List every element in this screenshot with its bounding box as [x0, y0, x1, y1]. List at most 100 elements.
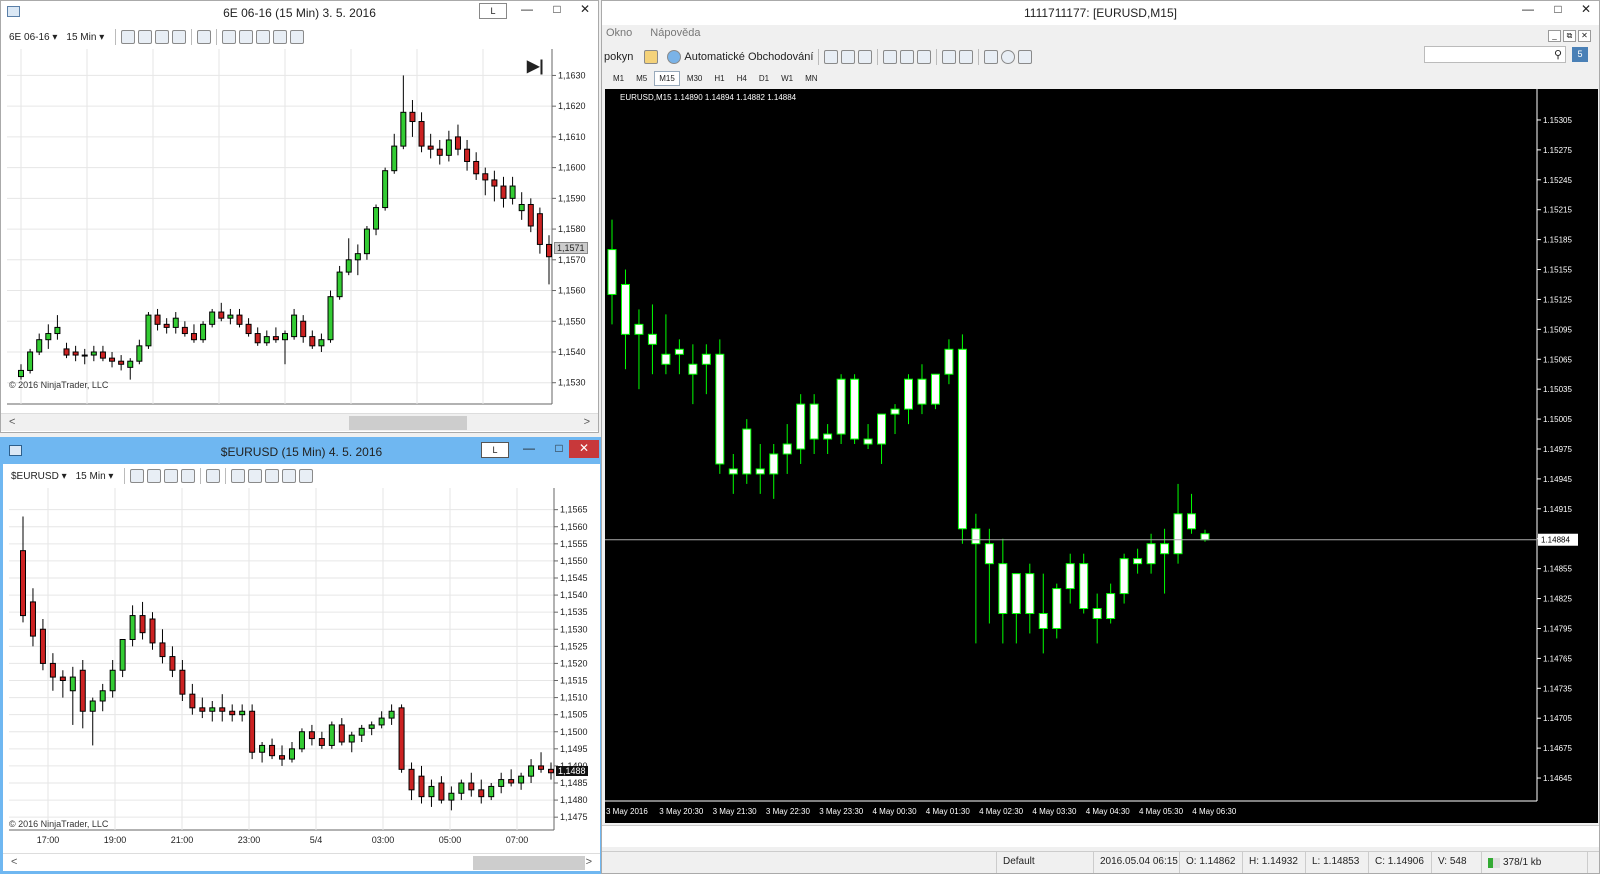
- zoom-out-icon[interactable]: [900, 50, 915, 64]
- timeframe-m5[interactable]: M5: [631, 71, 652, 86]
- close-icon[interactable]: ✕: [569, 440, 599, 458]
- ninja-top-titlebar[interactable]: 6E 06-16 (15 Min) 3. 5. 2016 L — □ ✕: [1, 1, 598, 25]
- mt4-titlebar[interactable]: 1111711177: [EURUSD,M15] — □ ✕: [602, 1, 1599, 25]
- mt4-chart-header: EURUSD,M15 1.14890 1.14894 1.14882 1.148…: [620, 93, 797, 102]
- chart-shift-icon[interactable]: [959, 50, 974, 64]
- close-icon[interactable]: ✕: [570, 1, 598, 19]
- candle-body: [63, 348, 70, 356]
- link-button[interactable]: L: [481, 442, 509, 458]
- data-box-icon[interactable]: [248, 469, 263, 483]
- y-tick-label: 1.14765: [1543, 654, 1572, 663]
- properties-icon[interactable]: [299, 469, 314, 483]
- new-order-button[interactable]: pokyn: [604, 51, 633, 63]
- eraser-icon[interactable]: [644, 50, 659, 64]
- timeframe-m1[interactable]: M1: [608, 71, 629, 86]
- timeframe-mn[interactable]: MN: [800, 71, 822, 86]
- minimize-icon[interactable]: —: [514, 440, 544, 458]
- interval-selector[interactable]: 15 Min ▾: [76, 471, 114, 482]
- cursor-icon[interactable]: [197, 30, 212, 44]
- candle-body: [49, 662, 56, 678]
- bar-chart-icon[interactable]: [824, 50, 839, 64]
- strategy-icon[interactable]: [172, 30, 187, 44]
- autotrading-icon[interactable]: [667, 50, 682, 64]
- timeframe-d1[interactable]: D1: [754, 71, 774, 86]
- menu-okno[interactable]: Okno: [606, 27, 632, 45]
- zoom-in-icon[interactable]: [883, 50, 898, 64]
- link-button[interactable]: L: [479, 3, 507, 19]
- divider: [191, 29, 193, 45]
- tile-windows-icon[interactable]: [917, 50, 932, 64]
- interval-selector[interactable]: 15 Min ▾: [66, 32, 104, 43]
- scroll-thumb[interactable]: [349, 416, 467, 430]
- minimize-icon[interactable]: —: [1513, 1, 1543, 19]
- indicator-icon[interactable]: [164, 469, 179, 483]
- strategy-icon[interactable]: [181, 469, 196, 483]
- properties-icon[interactable]: [290, 30, 305, 44]
- candle-body: [336, 271, 343, 298]
- mdi-restore-icon[interactable]: ⧉: [1563, 30, 1576, 42]
- line-chart-icon[interactable]: [858, 50, 873, 64]
- scroll-right-icon[interactable]: >: [586, 856, 592, 868]
- scroll-right-icon[interactable]: >: [584, 416, 590, 428]
- periods-icon[interactable]: [1001, 50, 1016, 64]
- chart-trader-icon[interactable]: [231, 469, 246, 483]
- timeframe-h4[interactable]: H4: [732, 71, 752, 86]
- instrument-selector[interactable]: 6E 06-16 ▾: [9, 32, 57, 43]
- snapshot-icon[interactable]: [265, 469, 280, 483]
- horizontal-scrollbar[interactable]: < >: [1, 413, 598, 431]
- bar-type-icon[interactable]: [121, 30, 136, 44]
- candle-body: [382, 170, 389, 209]
- x-tick-label: 23:00: [238, 835, 261, 845]
- money-icon[interactable]: [273, 30, 288, 44]
- templates-icon[interactable]: [1018, 50, 1033, 64]
- candle-body: [607, 249, 617, 295]
- ninja-bottom-titlebar[interactable]: $EURUSD (15 Min) 4. 5. 2016 L — □ ✕: [3, 440, 600, 464]
- mt4-chart[interactable]: 1.15305 1.15275 1.15245 1.15215 1.15185 1.151…: [605, 89, 1598, 823]
- auto-scroll-icon[interactable]: [942, 50, 957, 64]
- pencil-icon[interactable]: [138, 30, 153, 44]
- candle-body: [448, 792, 455, 801]
- snapshot-icon[interactable]: [256, 30, 271, 44]
- timeframe-w1[interactable]: W1: [776, 71, 798, 86]
- ninja-top-chart[interactable]: 1,1530 1,1540 1,1550 1,1560 1,1570 1,1580 1,15…: [1, 49, 598, 410]
- candlestick-icon[interactable]: [841, 50, 856, 64]
- mdi-minimize-icon[interactable]: _: [1548, 30, 1561, 42]
- y-tick-label: 1,1515: [560, 676, 588, 686]
- ninja-bottom-chart[interactable]: 1,14751,14801,14851,14901,14951,15001,15…: [3, 488, 600, 850]
- close-icon[interactable]: ✕: [1571, 1, 1599, 19]
- candle-body: [890, 408, 900, 415]
- candle-body: [478, 789, 485, 798]
- instrument-selector[interactable]: $EURUSD ▾: [11, 471, 67, 482]
- autotrading-button[interactable]: Automatické Obchodování: [684, 51, 813, 63]
- search-input[interactable]: ⚲: [1424, 46, 1566, 63]
- candle-body: [647, 333, 657, 345]
- search-icon[interactable]: ⚲: [1554, 48, 1562, 61]
- minimize-icon[interactable]: —: [512, 1, 542, 19]
- y-tick-label: 1,1590: [558, 193, 586, 203]
- pencil-icon[interactable]: [147, 469, 162, 483]
- indicators-icon[interactable]: [984, 50, 999, 64]
- candle-body: [634, 323, 644, 335]
- copyright-label: © 2016 NinjaTrader, LLC: [9, 380, 109, 390]
- money-icon[interactable]: [282, 469, 297, 483]
- chart-trader-icon[interactable]: [222, 30, 237, 44]
- timeframe-h1[interactable]: H1: [709, 71, 729, 86]
- horizontal-scrollbar[interactable]: < >: [3, 853, 600, 871]
- candle-body: [877, 413, 887, 445]
- timeframe-m30[interactable]: M30: [682, 71, 708, 86]
- bar-type-icon[interactable]: [130, 469, 145, 483]
- chat-icon[interactable]: 5: [1572, 47, 1588, 62]
- data-box-icon[interactable]: [239, 30, 254, 44]
- cursor-icon[interactable]: [206, 469, 221, 483]
- scroll-left-icon[interactable]: <: [9, 416, 15, 428]
- timeframe-m15[interactable]: M15: [654, 71, 680, 86]
- maximize-icon[interactable]: □: [1543, 1, 1573, 19]
- menu-napoveda[interactable]: Nápověda: [650, 27, 700, 45]
- scroll-left-icon[interactable]: <: [11, 856, 17, 868]
- scroll-thumb[interactable]: [473, 856, 585, 870]
- mdi-close-icon[interactable]: ✕: [1578, 30, 1591, 42]
- indicator-icon[interactable]: [155, 30, 170, 44]
- candle-body: [546, 243, 552, 258]
- play-forward-icon[interactable]: ▶|: [527, 56, 544, 76]
- maximize-icon[interactable]: □: [542, 1, 572, 19]
